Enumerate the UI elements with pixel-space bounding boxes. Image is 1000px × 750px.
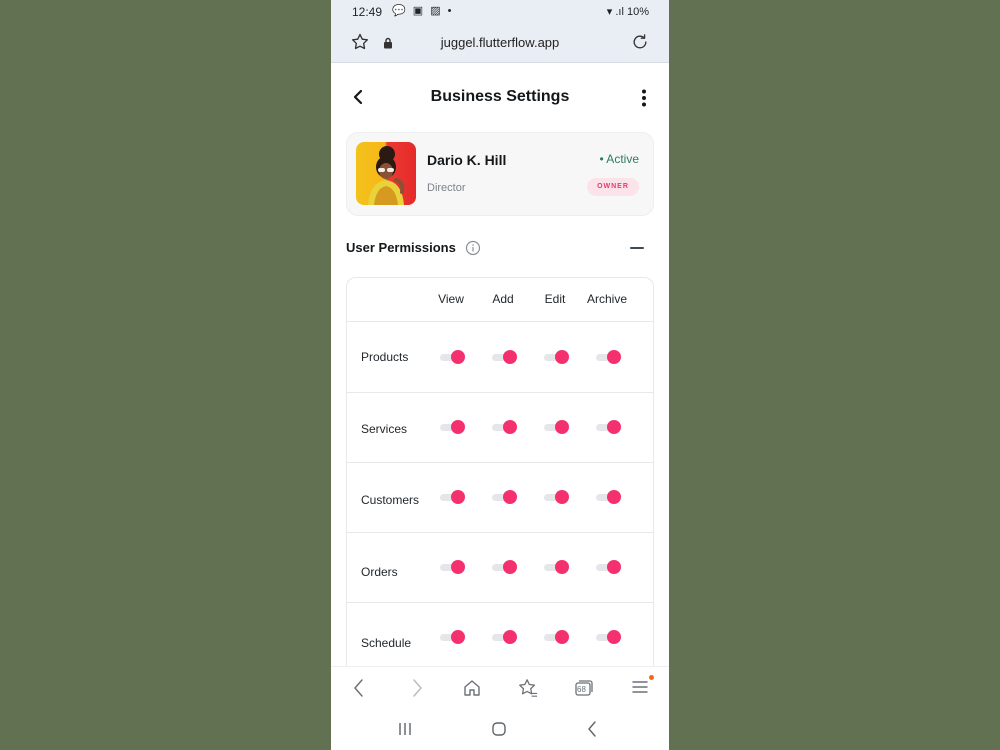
browser-back-icon[interactable]: [351, 678, 367, 703]
battery-level: 10%: [626, 6, 649, 18]
more-vert-icon[interactable]: [641, 89, 647, 112]
toggle-products-view[interactable]: [440, 350, 466, 364]
notification-dot: [649, 675, 654, 680]
toggle-schedule-view[interactable]: [440, 630, 466, 644]
owner-badge: OWNER: [587, 178, 639, 196]
profile-name: Dario K. Hill: [427, 152, 507, 168]
toggle-products-add[interactable]: [492, 350, 518, 364]
toggle-schedule-archive[interactable]: [596, 630, 622, 644]
permissions-table: View Add Edit Archive Products Services …: [346, 277, 654, 698]
table-row: Customers: [347, 462, 653, 533]
row-label: Schedule: [361, 636, 412, 650]
page-title: Business Settings: [430, 88, 570, 105]
toggle-products-archive[interactable]: [596, 350, 622, 364]
toggle-orders-view[interactable]: [440, 560, 466, 574]
toggle-customers-add[interactable]: [492, 490, 518, 504]
permissions-header: User Permissions: [346, 240, 652, 260]
toggle-services-view[interactable]: [440, 420, 466, 434]
permissions-title: User Permissions: [346, 240, 456, 255]
table-header: View Add Edit Archive: [347, 278, 653, 322]
toggle-services-add[interactable]: [492, 420, 518, 434]
browser-url-bar: juggel.flutterflow.app: [331, 24, 669, 63]
toggle-customers-archive[interactable]: [596, 490, 622, 504]
column-header-archive: Archive: [586, 292, 627, 306]
toggle-products-edit[interactable]: [544, 350, 570, 364]
url-text[interactable]: juggel.flutterflow.app: [331, 35, 669, 50]
system-nav-bar: [331, 710, 669, 750]
table-row: Products: [347, 322, 653, 393]
status-time: 12:49: [352, 5, 383, 19]
app-bar: Business Settings: [331, 70, 669, 124]
toggle-schedule-edit[interactable]: [544, 630, 570, 644]
system-home-icon[interactable]: [490, 720, 508, 743]
browser-toolbar: 68: [331, 666, 669, 711]
system-back-icon[interactable]: [586, 720, 598, 743]
home-icon[interactable]: [462, 678, 482, 703]
avatar: [356, 142, 416, 205]
toggle-orders-add[interactable]: [492, 560, 518, 574]
toggle-customers-edit[interactable]: [544, 490, 570, 504]
toggle-services-edit[interactable]: [544, 420, 570, 434]
table-row: Orders: [347, 532, 653, 603]
row-label: Customers: [361, 493, 420, 507]
reload-icon[interactable]: [630, 32, 650, 57]
phone-screen: 12:49 💬 ▣ ▨ • ▾ .ıl 10% juggel.flutterfl…: [331, 0, 669, 750]
toggle-orders-edit[interactable]: [544, 560, 570, 574]
row-label: Services: [361, 422, 408, 436]
profile-role: Director: [427, 182, 466, 194]
status-active: • Active: [599, 152, 639, 166]
toggle-schedule-add[interactable]: [492, 630, 518, 644]
column-header-add: Add: [492, 292, 514, 306]
toggle-customers-view[interactable]: [440, 490, 466, 504]
row-label: Products: [361, 350, 409, 364]
column-header-view: View: [438, 292, 464, 306]
row-label: Orders: [361, 565, 398, 579]
collapse-icon[interactable]: [630, 247, 644, 249]
toggle-services-archive[interactable]: [596, 420, 622, 434]
recent-apps-icon[interactable]: [397, 720, 413, 743]
status-bar: 12:49 💬 ▣ ▨ • ▾ .ıl 10%: [331, 0, 669, 24]
notification-icons: 💬 ▣ ▨ •: [392, 5, 454, 17]
table-row: Services: [347, 392, 653, 463]
browser-forward-icon[interactable]: [409, 678, 425, 703]
wifi-signal-icon: ▾ .ıl: [606, 6, 627, 18]
column-header-edit: Edit: [544, 292, 566, 306]
tabs-icon[interactable]: 68: [574, 678, 594, 703]
bookmarks-icon[interactable]: [517, 678, 539, 703]
table-row: Schedule: [347, 602, 653, 673]
tab-count: 68: [577, 685, 586, 694]
status-right: ▾ .ıl 10%: [607, 5, 649, 18]
menu-icon[interactable]: [631, 678, 649, 701]
profile-card[interactable]: Dario K. Hill Director • Active OWNER: [346, 132, 654, 216]
toggle-orders-archive[interactable]: [596, 560, 622, 574]
info-icon[interactable]: [465, 240, 481, 261]
